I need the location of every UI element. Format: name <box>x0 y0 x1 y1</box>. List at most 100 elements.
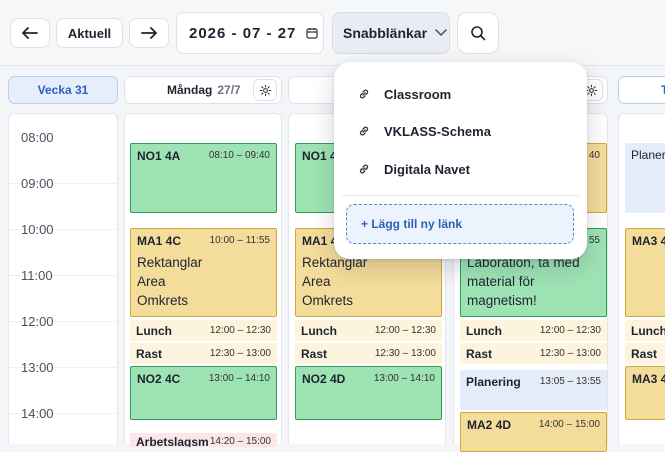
arrow-right-icon <box>141 27 157 39</box>
event-title: Rast <box>631 347 658 361</box>
day-date: 27/7 <box>217 83 241 97</box>
event-time: 40 <box>588 150 600 161</box>
event-time: 14:20 – 15:00 <box>209 436 271 447</box>
event-time: 12:00 – 12:30 <box>209 325 271 336</box>
time-label: 12:00 <box>21 314 54 329</box>
event-time: 12:00 – 12:30 <box>539 325 601 336</box>
add-link-label: + Lägg till ny länk <box>361 217 463 231</box>
break-event[interactable]: Rast <box>625 343 665 364</box>
event-time: 13:00 – 14:10 <box>373 373 435 384</box>
calendar-icon[interactable] <box>306 27 319 39</box>
event-time: 10:00 – 11:55 <box>209 235 270 246</box>
break-event[interactable]: Lunch <box>625 320 665 341</box>
event-title: Rast <box>301 347 328 361</box>
event-title: MA1 4C <box>137 234 182 248</box>
event-title: Lunch <box>631 324 665 338</box>
quicklinks-button[interactable]: Snabblänkar <box>332 12 450 54</box>
time-label: 10:00 <box>21 222 54 237</box>
day-header-monday: Måndag 27/7 <box>124 76 282 104</box>
break-event[interactable]: Lunch 12:00 – 12:30 <box>460 320 607 341</box>
current-week-button[interactable]: Aktuell <box>56 18 123 48</box>
event-title: NO2 4C <box>137 372 181 386</box>
event-time: 12:30 – 13:00 <box>374 348 436 359</box>
week-number: Vecka 31 <box>8 76 118 104</box>
toolbar: Aktuell 2026 - 07 - 27 Snabblänkar <box>0 0 665 66</box>
event-description: Rektanglar Area Omkrets <box>137 255 203 308</box>
planning-event[interactable]: Planering 13:05 – 13:55 <box>460 370 607 410</box>
event-time: 12:30 – 13:00 <box>209 348 271 359</box>
link-icon <box>359 164 369 174</box>
event-time: 13:00 – 14:10 <box>208 373 270 384</box>
event-title: Rast <box>136 347 163 361</box>
event-time: 13:05 – 13:55 <box>539 376 601 387</box>
day-column-monday: NO1 4A 08:10 – 09:40 MA1 4C 10:00 – 11:5… <box>124 113 282 447</box>
quicklink-label: Digitala Navet <box>384 161 470 177</box>
lesson-event[interactable]: MA3 4 <box>625 228 665 317</box>
break-event[interactable]: Rast 12:30 – 13:00 <box>130 343 277 364</box>
lesson-event[interactable]: MA1 4C 10:00 – 11:55 Rektanglar Area Omk… <box>130 228 277 317</box>
event-title: Lunch <box>301 324 337 338</box>
meeting-event[interactable]: Arbetslagsm 14:20 – 15:00 <box>130 433 277 447</box>
lesson-event[interactable]: MA3 4 <box>625 366 665 420</box>
day-column-thursday: Planer MA3 4 Lunch Rast MA3 4 <box>618 113 665 444</box>
arrow-left-icon <box>22 27 38 39</box>
event-time: 12:30 – 13:00 <box>539 348 601 359</box>
time-label: 13:00 <box>21 360 54 375</box>
event-time: 08:10 – 09:40 <box>208 150 270 161</box>
event-title: MA2 4D <box>467 418 512 432</box>
lesson-event[interactable]: NO2 4C 13:00 – 14:10 <box>130 366 277 420</box>
event-title: MA1 4 <box>302 234 338 248</box>
day-header-thursday: T <box>618 76 665 104</box>
lesson-event[interactable]: MA2 4D 14:00 – 15:00 <box>460 412 607 452</box>
time-label: 11:00 <box>21 268 53 283</box>
break-event[interactable]: Rast 12:30 – 13:00 <box>460 343 607 364</box>
date-input[interactable]: 2026 - 07 - 27 <box>176 12 324 54</box>
event-time: 14:00 – 15:00 <box>538 419 600 430</box>
search-button[interactable] <box>457 12 499 54</box>
event-time: 55 <box>588 235 600 246</box>
date-value: 2026 - 07 - 27 <box>189 24 297 42</box>
lesson-event[interactable]: NO2 4D 13:00 – 14:10 <box>295 366 442 420</box>
quicklink-item[interactable]: Digitala Navet <box>358 159 470 179</box>
event-description: Rektanglar Area Omkrets <box>302 255 368 308</box>
time-label: 08:00 <box>21 130 54 145</box>
event-title: Lunch <box>466 324 502 338</box>
break-event[interactable]: Rast 12:30 – 13:00 <box>295 343 442 364</box>
next-week-button[interactable] <box>129 18 169 48</box>
quicklink-item[interactable]: Classroom <box>358 84 451 104</box>
event-time: 12:00 – 12:30 <box>374 325 436 336</box>
current-week-label: Aktuell <box>67 25 112 41</box>
lesson-event[interactable]: NO1 4A 08:10 – 09:40 <box>130 143 277 213</box>
time-label: 09:00 <box>21 176 54 191</box>
event-title: Planering <box>466 375 521 389</box>
time-label: 14:00 <box>21 406 54 421</box>
event-title: NO1 4 <box>302 149 337 163</box>
event-title: Planer <box>631 148 665 162</box>
quicklink-item[interactable]: VKLASS-Schema <box>358 121 491 141</box>
day-settings-button[interactable] <box>253 79 277 101</box>
gear-icon <box>259 84 271 96</box>
event-description: Laboration, ta med material för magnetis… <box>467 255 580 308</box>
link-icon <box>359 126 369 136</box>
chevron-down-icon <box>435 29 447 36</box>
event-title: NO2 4D <box>302 372 346 386</box>
break-event[interactable]: Lunch 12:00 – 12:30 <box>130 320 277 341</box>
quicklink-label: Classroom <box>384 86 452 102</box>
quicklinks-label: Snabblänkar <box>343 25 428 41</box>
previous-week-button[interactable] <box>10 18 50 48</box>
event-title: MA3 4 <box>632 372 665 386</box>
search-icon <box>471 26 486 41</box>
event-title: MA3 4 <box>632 234 665 248</box>
event-title: Lunch <box>136 324 172 338</box>
day-name: Måndag <box>167 83 213 97</box>
break-event[interactable]: Lunch 12:00 – 12:30 <box>295 320 442 341</box>
event-title: Arbetslagsm <box>136 435 209 447</box>
link-icon <box>359 89 369 99</box>
dropdown-divider <box>342 195 579 196</box>
time-column: 08:00 09:00 10:00 11:00 12:00 13:00 14:0… <box>8 113 118 444</box>
quicklinks-dropdown: Classroom VKLASS-Schema Digitala Navet +… <box>334 62 587 259</box>
quicklink-label: VKLASS-Schema <box>384 123 491 139</box>
event-title: NO1 4A <box>137 149 181 163</box>
add-link-button[interactable]: + Lägg till ny länk <box>346 204 574 244</box>
planning-event[interactable]: Planer <box>625 143 665 213</box>
